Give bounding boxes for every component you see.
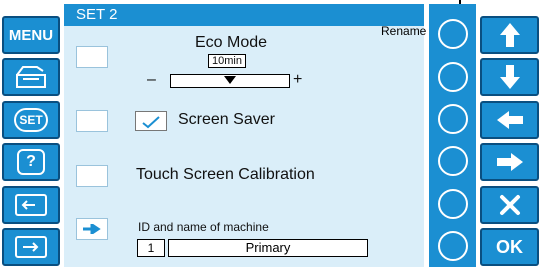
- set-button-label: SET: [19, 113, 43, 127]
- cancel-button[interactable]: [480, 186, 539, 224]
- card-insert-icon: [13, 234, 49, 260]
- touch-calibration-label: Touch Screen Calibration: [136, 166, 315, 183]
- eco-mode-indicator[interactable]: [76, 46, 108, 68]
- eco-mode-increase[interactable]: +: [293, 71, 302, 89]
- arrow-left-button[interactable]: [480, 101, 539, 139]
- arrow-down-icon: [499, 65, 520, 89]
- screen-saver-checkbox[interactable]: [135, 111, 167, 131]
- machine-id-label: ID and name of machine: [138, 220, 269, 234]
- arrow-right-icon: [496, 153, 523, 171]
- settings-panel: SET 2 Eco Mode 10min – + Screen Saver To…: [64, 4, 424, 267]
- ok-button[interactable]: OK: [480, 228, 539, 266]
- softkey-3[interactable]: [438, 104, 468, 134]
- set-icon: SET: [14, 108, 48, 132]
- checkmark-icon: [142, 116, 160, 129]
- eco-mode-label: Eco Mode: [195, 34, 268, 51]
- eco-mode-value: 10min: [208, 54, 246, 68]
- card-eject-icon: [13, 192, 49, 218]
- arrow-down-button[interactable]: [480, 58, 539, 96]
- help-button-label: ?: [26, 153, 36, 170]
- screen-saver-label: Screen Saver: [178, 111, 275, 128]
- machine-name-field[interactable]: Primary: [168, 239, 368, 257]
- card-insert-button[interactable]: [2, 228, 60, 266]
- menu-button[interactable]: MENU: [2, 16, 60, 54]
- card-eject-button[interactable]: [2, 186, 60, 224]
- screen-saver-indicator[interactable]: [76, 110, 108, 132]
- rename-softkey[interactable]: [438, 19, 468, 49]
- arrow-up-icon: [499, 23, 520, 47]
- menu-button-label: MENU: [8, 26, 54, 44]
- rename-label: Rename: [381, 24, 427, 38]
- tray-icon: [13, 63, 49, 91]
- help-button[interactable]: ?: [2, 143, 60, 181]
- close-icon: [499, 195, 520, 215]
- eco-mode-slider[interactable]: [170, 74, 290, 88]
- touch-calibration-indicator[interactable]: [76, 165, 108, 187]
- softkey-2[interactable]: [438, 62, 468, 92]
- arrow-right-icon: [83, 224, 101, 234]
- help-icon: ?: [17, 149, 45, 175]
- softkey-6[interactable]: [438, 231, 468, 261]
- ok-button-label: OK: [496, 236, 523, 257]
- machine-id-indicator[interactable]: [76, 218, 108, 240]
- eco-mode-decrease[interactable]: –: [147, 71, 156, 89]
- panel-title: SET 2: [64, 4, 424, 26]
- tray-button[interactable]: [2, 58, 60, 96]
- slider-thumb-icon: [224, 76, 236, 84]
- arrow-left-icon: [496, 111, 523, 129]
- set-button[interactable]: SET: [2, 101, 60, 139]
- machine-id-field[interactable]: 1: [137, 239, 165, 257]
- arrow-up-button[interactable]: [480, 16, 539, 54]
- softkey-4[interactable]: [438, 146, 468, 176]
- arrow-right-button[interactable]: [480, 143, 539, 181]
- softkey-5[interactable]: [438, 189, 468, 219]
